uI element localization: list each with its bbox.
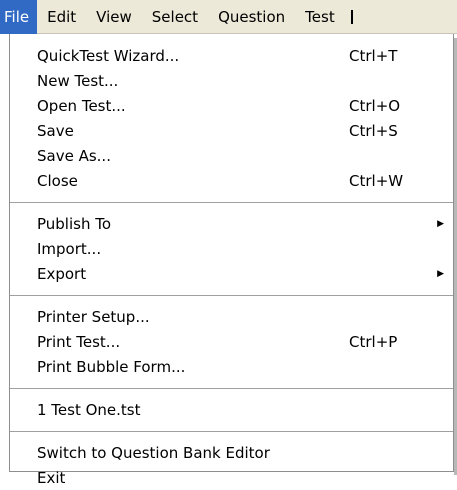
menu-item-shortcut: Ctrl+T [349, 46, 398, 65]
menu-file[interactable]: File [0, 0, 38, 34]
menu-question[interactable]: Question [208, 0, 295, 34]
menu-item-switch-to-question-bank-editor[interactable]: Switch to Question Bank Editor [10, 440, 453, 465]
menu-item-publish-to[interactable]: Publish To ▶ [10, 211, 453, 236]
menu-item-label: New Test... [37, 71, 119, 90]
menu-separator [10, 295, 453, 296]
menu-item-exit[interactable]: Exit [10, 465, 453, 490]
menu-overflow-edge [350, 9, 353, 24]
menu-item-print-test[interactable]: Print Test... Ctrl+P [10, 329, 453, 354]
menu-item-label: 1 Test One.tst [37, 400, 141, 419]
file-dropdown-menu: QuickTest Wizard... Ctrl+T New Test... O… [9, 34, 457, 487]
menu-test[interactable]: Test [295, 0, 345, 34]
menu-item-label: Import... [37, 239, 102, 258]
menu-item-shortcut: Ctrl+W [349, 171, 404, 190]
menu-item-open-test[interactable]: Open Test... Ctrl+O [10, 93, 453, 118]
menu-select[interactable]: Select [142, 0, 208, 34]
menu-edit[interactable]: Edit [37, 0, 86, 34]
menu-item-label: Switch to Question Bank Editor [37, 443, 270, 462]
menu-separator [10, 388, 453, 389]
menu-item-label: Publish To [37, 214, 112, 233]
menu-item-new-test[interactable]: New Test... [10, 68, 453, 93]
menu-item-label: Print Test... [37, 332, 121, 351]
menu-item-label: Printer Setup... [37, 307, 150, 326]
menu-separator [10, 202, 453, 203]
menu-view[interactable]: View [86, 0, 142, 34]
menu-separator [10, 431, 453, 432]
menu-item-print-bubble-form[interactable]: Print Bubble Form... [10, 354, 453, 379]
menu-item-close[interactable]: Close Ctrl+W [10, 168, 453, 193]
menu-item-quicktest-wizard[interactable]: QuickTest Wizard... Ctrl+T [10, 43, 453, 68]
menu-item-shortcut: Ctrl+S [349, 121, 398, 140]
menu-item-save[interactable]: Save Ctrl+S [10, 118, 453, 143]
menu-item-label: Open Test... [37, 96, 126, 115]
menu-item-export[interactable]: Export ▶ [10, 261, 453, 286]
menu-item-label: Print Bubble Form... [37, 357, 186, 376]
menu-item-shortcut: Ctrl+O [349, 96, 401, 115]
triangle-right-icon: ▶ [437, 218, 444, 229]
menu-bar: File Edit View Select Question Test [0, 0, 457, 34]
menu-item-save-as[interactable]: Save As... [10, 143, 453, 168]
menu-item-shortcut: Ctrl+P [349, 332, 398, 351]
menu-item-label: Export [37, 264, 87, 283]
triangle-right-icon: ▶ [437, 268, 444, 279]
menu-item-printer-setup[interactable]: Printer Setup... [10, 304, 453, 329]
menu-item-label: Save As... [37, 146, 111, 165]
menu-item-label: Close [37, 171, 78, 190]
menu-item-import[interactable]: Import... [10, 236, 453, 261]
menu-item-label: QuickTest Wizard... [37, 46, 180, 65]
menu-item-label: Exit [37, 468, 66, 487]
menu-item-recent-file-1[interactable]: 1 Test One.tst [10, 397, 453, 422]
menu-item-label: Save [37, 121, 74, 140]
